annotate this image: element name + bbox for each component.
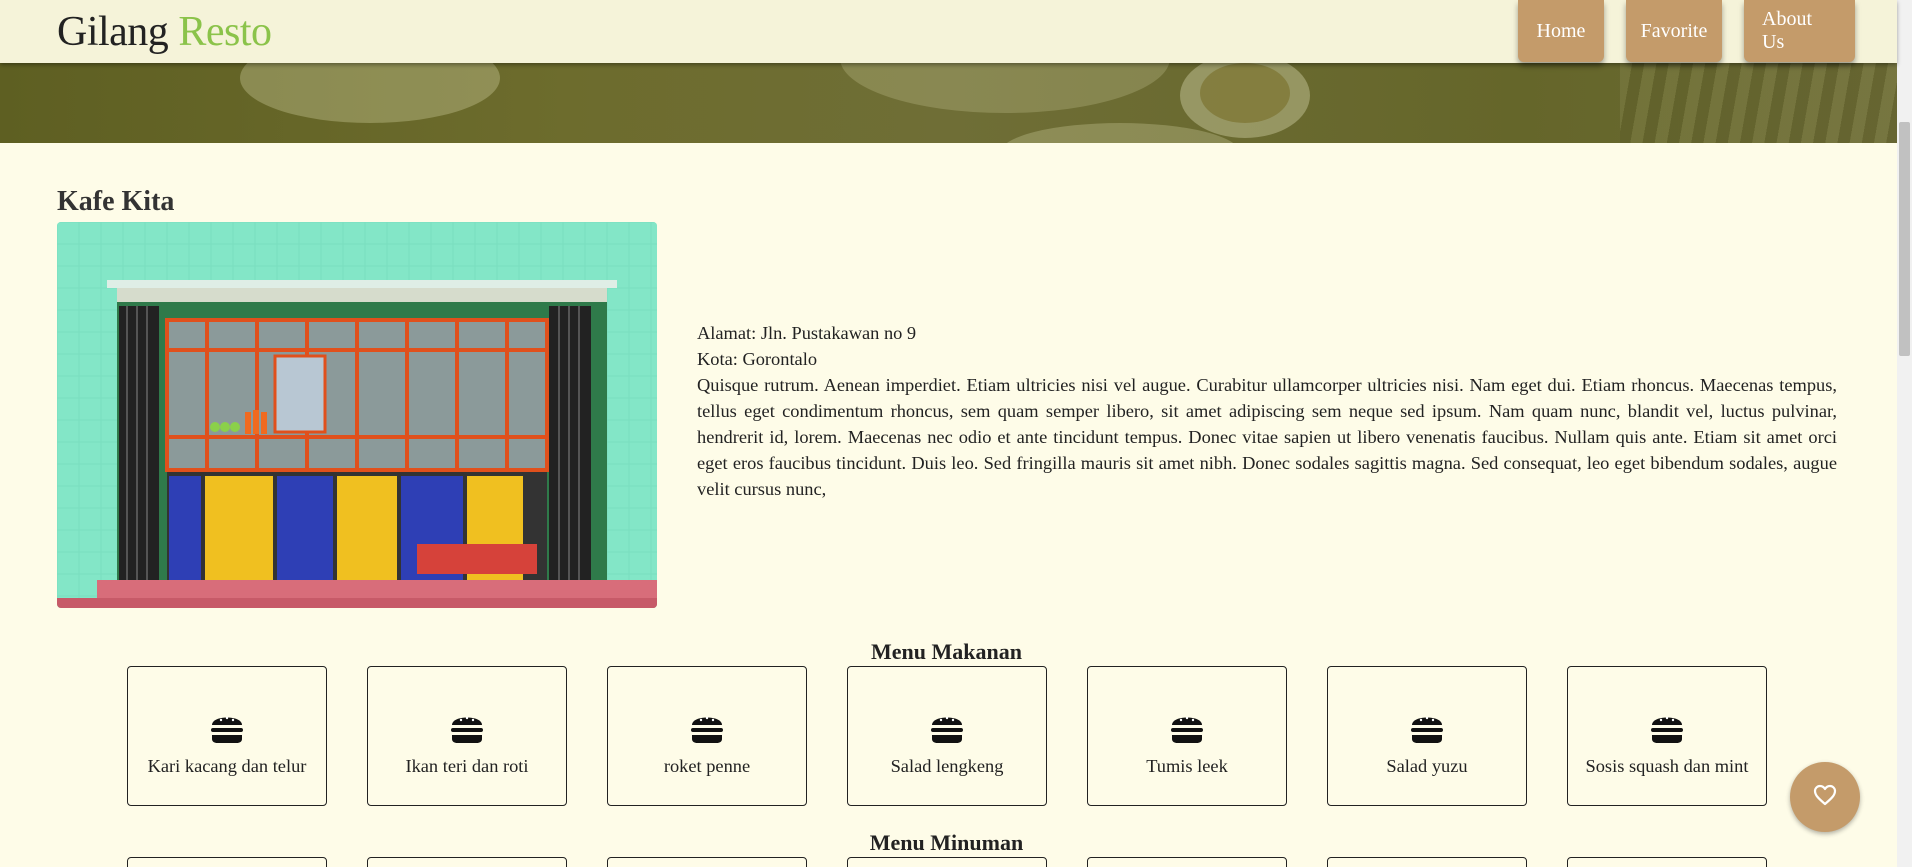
nav-about-button[interactable]: About Us <box>1744 0 1855 62</box>
menu-food-item[interactable]: Sosis squash dan mint <box>1567 666 1767 806</box>
burger-icon <box>929 713 965 750</box>
burger-icon <box>1649 713 1685 750</box>
menu-item-name: roket penne <box>663 756 751 776</box>
menu-food-item[interactable]: Kari kacang dan telur <box>127 666 327 806</box>
main-nav: Home Favorite About Us <box>1518 0 1855 63</box>
menu-food-item[interactable]: Salad yuzu <box>1327 666 1527 806</box>
menu-food-item[interactable]: roket penne <box>607 666 807 806</box>
page-scrollbar[interactable] <box>1897 0 1912 867</box>
burger-icon <box>689 713 725 750</box>
nav-favorite-button[interactable]: Favorite <box>1626 0 1722 62</box>
menu-drink-item[interactable] <box>1087 857 1287 867</box>
menu-drink-item[interactable] <box>607 857 807 867</box>
menu-item-name: Salad yuzu <box>1386 756 1468 776</box>
menu-food-list: Kari kacang dan telur Ikan teri dan roti… <box>127 666 1767 806</box>
menu-food-item[interactable]: Ikan teri dan roti <box>367 666 567 806</box>
menu-item-name: Sosis squash dan mint <box>1585 756 1749 776</box>
restaurant-description: Quisque rutrum. Aenean imperdiet. Etiam … <box>697 375 1837 499</box>
menu-drink-item[interactable] <box>847 857 1047 867</box>
menu-item-name: Salad lengkeng <box>890 756 1004 776</box>
brand-logo[interactable]: Gilang Resto <box>57 8 272 56</box>
burger-icon <box>1169 713 1205 750</box>
restaurant-info: Alamat: Jln. Pustakawan no 9 Kota: Goron… <box>697 320 1837 502</box>
menu-drink-item[interactable] <box>367 857 567 867</box>
restaurant-name: Kafe Kita <box>57 186 175 217</box>
menu-item-name: Kari kacang dan telur <box>147 756 307 776</box>
brand-main: Gilang <box>57 8 169 55</box>
restaurant-address: Alamat: Jln. Pustakawan no 9 <box>697 323 917 343</box>
menu-food-item[interactable]: Tumis leek <box>1087 666 1287 806</box>
app-header: Gilang Resto Home Favorite About Us <box>0 0 1897 63</box>
menu-drink-item[interactable] <box>1567 857 1767 867</box>
menu-food-title: Menu Makanan <box>871 639 1022 664</box>
menu-item-name: Ikan teri dan roti <box>405 756 529 776</box>
restaurant-city: Kota: Gorontalo <box>697 349 818 369</box>
nav-home-button[interactable]: Home <box>1518 0 1604 62</box>
burger-icon <box>1409 713 1445 750</box>
menu-item-name: Tumis leek <box>1146 756 1228 776</box>
scrollbar-thumb[interactable] <box>1899 122 1910 356</box>
menu-food-item[interactable]: Salad lengkeng <box>847 666 1047 806</box>
heart-icon <box>1813 784 1837 810</box>
brand-accent: Resto <box>178 8 272 55</box>
burger-icon <box>449 713 485 750</box>
menu-drink-item[interactable] <box>127 857 327 867</box>
favorite-button[interactable] <box>1790 762 1860 832</box>
burger-icon <box>209 713 245 750</box>
menu-drink-item[interactable] <box>1327 857 1527 867</box>
menu-drink-title: Menu Minuman <box>869 830 1024 855</box>
restaurant-image <box>57 222 657 608</box>
menu-drink-list <box>127 857 1767 867</box>
hero-image <box>0 63 1897 143</box>
